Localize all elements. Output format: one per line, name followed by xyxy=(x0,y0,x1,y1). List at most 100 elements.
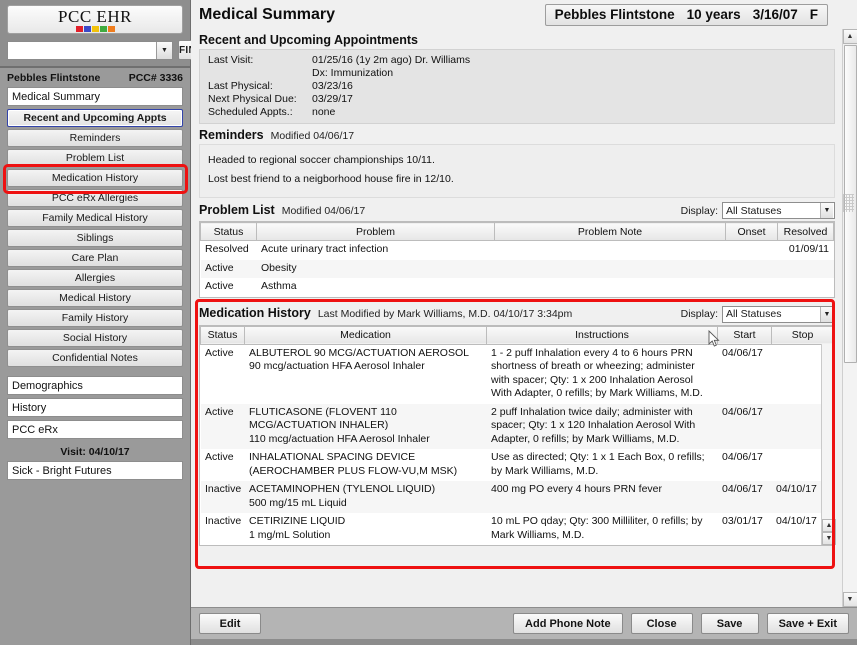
medication-start: 04/06/17 xyxy=(722,451,763,463)
reminders-title: Reminders xyxy=(199,128,264,142)
problem-display-select[interactable]: All Statuses ▼ xyxy=(722,202,835,219)
sidebar-item-family-history[interactable]: Family History xyxy=(7,309,183,327)
appointments-panel: Last Visit: 01/25/16 (1y 2m ago) Dr. Will… xyxy=(199,49,835,124)
appointment-label: Last Visit: xyxy=(208,54,254,66)
medication-instructions: 2 puff Inhalation twice daily; administe… xyxy=(486,403,718,449)
column-header-start[interactable]: Start xyxy=(717,325,772,345)
sidebar-item-recent-and-upcoming-appts[interactable]: Recent and Upcoming Appts xyxy=(7,109,183,127)
medication-history-header-row: Status Medication Instructions Start Stop xyxy=(200,325,834,345)
table-row[interactable]: Active INHALATIONAL SPACING DEVICE (AEROC… xyxy=(201,449,834,481)
banner-patient-name: Pebbles Flintstone xyxy=(554,7,675,22)
sidebar-section-pcc-erx[interactable]: PCC eRx xyxy=(7,420,183,439)
chart-selector[interactable]: Medical Summary xyxy=(7,87,183,106)
edit-button[interactable]: Edit xyxy=(199,613,261,634)
table-row[interactable]: Active Asthma xyxy=(201,278,834,297)
medication-name-cell: ALBUTEROL 90 MCG/ACTUATION AEROSOL 90 mcg… xyxy=(245,344,487,404)
banner-patient-sex: F xyxy=(809,7,818,22)
medication-name: ACETAMINOPHEN (TYLENOL LIQUID) xyxy=(249,483,436,495)
column-header-stop[interactable]: Stop xyxy=(771,325,834,345)
sidebar-visit-item[interactable]: Sick - Bright Futures xyxy=(7,461,183,480)
medication-history-scrollbar[interactable]: ▲ ▼ xyxy=(821,343,836,545)
column-header-status[interactable]: Status xyxy=(200,222,257,241)
appointments-header: Recent and Upcoming Appointments xyxy=(199,29,835,49)
scrollbar-thumb[interactable] xyxy=(842,45,857,363)
column-header-instructions[interactable]: Instructions xyxy=(486,325,718,345)
reminders-lines: Headed to regional soccer championships … xyxy=(208,151,826,189)
table-row[interactable]: Resolved Acute urinary tract infection 01/… xyxy=(201,241,834,260)
table-row[interactable]: Active FLUTICASONE (FLOVENT 110 MCG/ACTUA… xyxy=(200,403,834,449)
problem-list-table: Status Problem Problem Note Onset Resolved R… xyxy=(200,222,834,297)
sidebar-item-problem-list[interactable]: Problem List xyxy=(7,149,183,167)
problem-list-body: Resolved Acute urinary tract infection 01/… xyxy=(200,241,834,297)
page-title: Medical Summary xyxy=(199,5,336,23)
appointments-grid: Last Visit: 01/25/16 (1y 2m ago) Dr. Will… xyxy=(208,54,826,118)
scroll-up-icon[interactable]: ▲ xyxy=(842,29,857,44)
sidebar-item-medication-history[interactable]: Medication History xyxy=(7,169,183,187)
search-input[interactable] xyxy=(8,41,156,59)
sidebar-visit-list: Sick - Bright Futures xyxy=(7,461,183,480)
medication-start: 04/06/17 xyxy=(722,346,763,359)
table-row[interactable]: Inactive CETIRIZINE LIQUID 1 mg/mL Solutio… xyxy=(201,513,834,545)
scroll-down-icon[interactable]: ▼ xyxy=(822,532,836,545)
sidebar-item-label: PCC eRx Allergies xyxy=(51,192,139,204)
chevron-down-icon[interactable]: ▼ xyxy=(820,306,833,322)
table-row[interactable]: Active Obesity xyxy=(200,259,834,278)
main-area: Medical Summary Pebbles Flintstone 10 ye… xyxy=(191,0,857,645)
sidebar-item-siblings[interactable]: Siblings xyxy=(7,229,183,247)
save-button[interactable]: Save xyxy=(700,613,759,634)
sidebar-item-care-plan[interactable]: Care Plan xyxy=(7,249,183,267)
medication-history-table-wrap: Status Medication Instructions Start Stop Ac… xyxy=(199,324,836,546)
pcc-ehr-window: PCC EHR ▼ FIND Pebbles Flintstone PCC# 3… xyxy=(0,0,857,645)
sidebar-section-demographics[interactable]: Demographics xyxy=(7,376,183,395)
sidebar-section-history[interactable]: History xyxy=(7,398,183,417)
table-row[interactable]: Active ALBUTEROL 90 MCG/ACTUATION AEROSOL… xyxy=(201,344,834,404)
column-header-onset[interactable]: Onset xyxy=(725,222,778,241)
table-row[interactable]: Inactive ACETAMINOPHEN (TYLENOL LIQUID) 50… xyxy=(200,481,834,513)
reminder-line: Headed to regional soccer championships … xyxy=(208,154,435,166)
reminders-panel[interactable]: Headed to regional soccer championships … xyxy=(199,144,835,347)
sidebar-item-pcc-erx-allergies[interactable]: PCC eRx Allergies xyxy=(7,189,183,207)
visit-label: Visit: 04/10/17 xyxy=(60,446,130,458)
sidebar-item-allergies[interactable]: Allergies xyxy=(7,269,183,287)
medication-name-cell: ACETAMINOPHEN (TYLENOL LIQUID) 500 mg/15 … xyxy=(244,481,487,513)
medication-status: Active xyxy=(200,403,245,449)
save-exit-button[interactable]: Save + Exit xyxy=(766,613,849,634)
title-bar: Medical Summary Pebbles Flintstone 10 ye… xyxy=(191,0,857,29)
scroll-down-icon[interactable]: ▼ xyxy=(842,592,857,607)
medication-display-select[interactable]: All Statuses ▼ xyxy=(722,305,835,323)
add-phone-note-button[interactable]: Add Phone Note xyxy=(513,613,623,634)
reminders-modified: Modified 04/06/17 xyxy=(270,130,355,142)
sidebar-item-reminders[interactable]: Reminders xyxy=(7,129,183,147)
patient-search-combo[interactable]: ▼ xyxy=(7,40,173,60)
column-header-medication[interactable]: Medication xyxy=(244,325,487,345)
sidebar-item-medical-history[interactable]: Medical History xyxy=(7,289,183,307)
problem-status: Active xyxy=(205,280,234,292)
medication-history-title: Medication History xyxy=(199,306,311,320)
column-header-resolved[interactable]: Resolved xyxy=(777,222,834,241)
scroll-up-icon[interactable]: ▲ xyxy=(822,519,836,532)
column-header-status[interactable]: Status xyxy=(200,325,245,345)
patient-search-row: ▼ FIND xyxy=(7,40,205,60)
scrollbar-track[interactable] xyxy=(842,363,857,592)
medication-name-cell: FLUTICASONE (FLOVENT 110 MCG/ACTUATION I… xyxy=(244,403,487,449)
problem-name: Acute urinary tract infection xyxy=(261,243,389,255)
medication-status: Inactive xyxy=(200,481,245,513)
medication-start: 04/06/17 xyxy=(717,403,772,449)
problem-onset xyxy=(726,278,778,297)
sidebar-item-family-medical-history[interactable]: Family Medical History xyxy=(7,209,183,227)
problem-resolved: 01/09/11 xyxy=(788,243,829,255)
chevron-down-icon[interactable]: ▼ xyxy=(156,41,172,59)
main-scrollbar[interactable]: ▲ ▼ xyxy=(842,29,857,607)
sidebar-item-confidential-notes[interactable]: Confidential Notes xyxy=(7,349,183,367)
close-button[interactable]: Close xyxy=(630,613,693,634)
medication-instructions: Use as directed; Qty: 1 x 1 Each Box, 0 … xyxy=(491,451,705,477)
medication-strength: 500 mg/15 mL Liquid xyxy=(249,496,347,509)
banner-patient-age: 10 years xyxy=(686,7,741,22)
column-header-problem-note[interactable]: Problem Note xyxy=(494,222,726,241)
medication-name: INHALATIONAL SPACING DEVICE (AEROCHAMBER… xyxy=(249,451,458,477)
column-header-problem[interactable]: Problem xyxy=(256,222,495,241)
sidebar-item-social-history[interactable]: Social History xyxy=(7,329,183,347)
sidebar-item-label: Reminders xyxy=(69,132,121,144)
sidebar-nav-list: Recent and Upcoming Appts Reminders Proble… xyxy=(7,109,183,367)
chevron-down-icon[interactable]: ▼ xyxy=(820,203,833,218)
